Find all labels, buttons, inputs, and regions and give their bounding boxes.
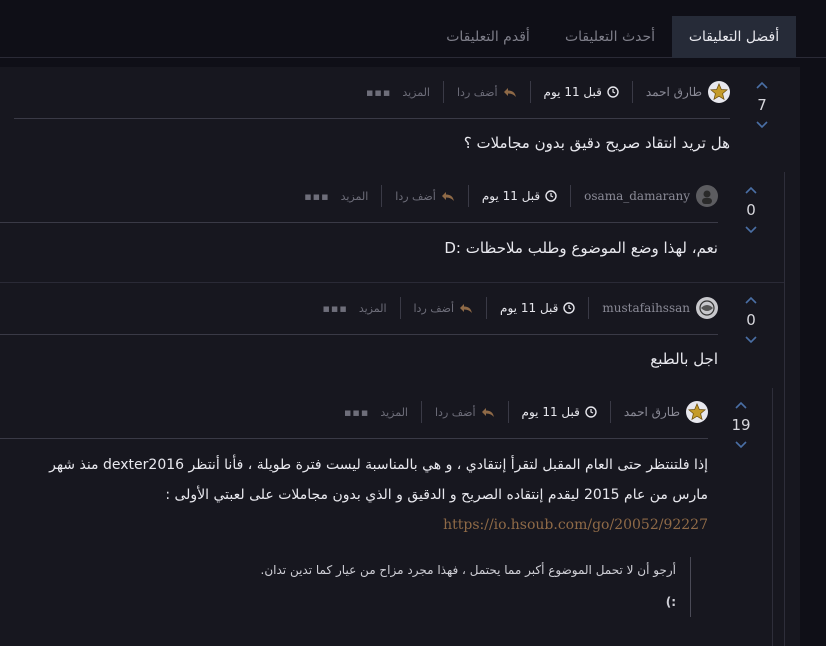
upvote-icon[interactable] (734, 400, 748, 410)
comment-time: قبل 11 يوم (500, 301, 576, 315)
downvote-icon[interactable] (744, 335, 758, 345)
star-avatar-icon (688, 403, 706, 421)
reply-button[interactable]: أضف ردا (395, 190, 455, 203)
vote-count: 0 (746, 311, 756, 329)
author-name[interactable]: mustafaihssan (602, 301, 690, 315)
more-button[interactable]: المزيد ▪▪▪ (322, 302, 386, 315)
reply-button[interactable]: أضف ردا (414, 302, 474, 315)
comment-link[interactable]: https://io.hsoub.com/go/20052/92227 (8, 510, 708, 540)
upvote-icon[interactable] (744, 185, 758, 195)
divider (0, 282, 784, 283)
clock-icon (607, 86, 619, 98)
clock-icon (545, 190, 557, 202)
avatar[interactable] (686, 401, 708, 423)
comment-time: قبل 11 يوم (522, 405, 597, 419)
quote-line: أرجو أن لا تحمل الموضوع أكبر مما يحتمل ،… (260, 563, 676, 577)
author-name[interactable]: osama_damarany (584, 189, 690, 203)
quote-block: أرجو أن لا تحمل الموضوع أكبر مما يحتمل ،… (261, 563, 676, 609)
reply-button[interactable]: أضف ردا (435, 406, 495, 419)
tab-newest-comments[interactable]: أحدث التعليقات (550, 16, 670, 58)
downvote-icon[interactable] (734, 440, 748, 450)
comment-time: قبل 11 يوم (544, 85, 619, 99)
quote-line: :) (665, 595, 676, 609)
tab-best-comments[interactable]: أفضل التعليقات (672, 16, 796, 58)
vote-widget: 19 (729, 400, 753, 450)
dots-icon: ▪▪▪ (322, 301, 348, 315)
reply-icon (441, 191, 454, 201)
comment-meta: طارق احمد قبل 11 يوم أضف ردا المزيد ▪▪▪ (344, 401, 708, 423)
upvote-icon[interactable] (744, 295, 758, 305)
comment-body-line: مارس من عام 2015 ليقدم إنتقاده الصريح و … (165, 487, 708, 503)
clock-icon (585, 406, 597, 418)
star-avatar-icon (710, 83, 728, 101)
quote-bar (690, 557, 691, 617)
user-avatar-icon (699, 300, 715, 316)
vote-count: 0 (746, 201, 756, 219)
comment-time: قبل 11 يوم (482, 189, 557, 203)
reply-icon (460, 303, 473, 313)
downvote-icon[interactable] (744, 225, 758, 235)
dots-icon: ▪▪▪ (365, 85, 392, 99)
vote-widget: 0 (739, 295, 763, 345)
reply-icon (503, 87, 516, 97)
avatar[interactable] (708, 81, 730, 103)
vote-count: 7 (757, 96, 767, 114)
more-button[interactable]: المزيد ▪▪▪ (344, 406, 408, 419)
divider (14, 118, 730, 119)
user-avatar-icon (702, 190, 712, 204)
vote-widget: 7 (750, 80, 774, 130)
more-button[interactable]: المزيد ▪▪▪ (304, 190, 368, 203)
comment-body: نعم، لهذا وضع الموضوع وطلب ملاحظات :D (444, 239, 718, 257)
divider (0, 438, 708, 439)
author-name[interactable]: طارق احمد (624, 405, 680, 419)
dots-icon: ▪▪▪ (304, 189, 330, 203)
comment-body: اجل بالطبع (650, 350, 718, 368)
downvote-icon[interactable] (755, 120, 769, 130)
divider (0, 334, 718, 335)
tab-oldest-comments[interactable]: أقدم التعليقات (428, 16, 548, 58)
comment-body-line: إذا فلتنتظر حتى العام المقبل لتقرأ إنتقا… (49, 457, 708, 473)
more-button[interactable]: المزيد ▪▪▪ (366, 86, 430, 99)
thread-line (772, 388, 773, 646)
comment-body: إذا فلتنتظر حتى العام المقبل لتقرأ إنتقا… (8, 450, 708, 540)
thread-line (784, 172, 785, 646)
reply-button[interactable]: أضف ردا (457, 86, 517, 99)
comment-meta: طارق احمد قبل 11 يوم أضف ردا المزيد ▪▪▪ (366, 81, 730, 103)
vote-count: 19 (731, 416, 751, 434)
author-name[interactable]: طارق احمد (646, 85, 702, 99)
dots-icon: ▪▪▪ (343, 405, 370, 419)
avatar[interactable] (696, 297, 718, 319)
vote-widget: 0 (739, 185, 763, 235)
reply-icon (481, 407, 494, 417)
clock-icon (563, 302, 576, 314)
comments-tabs: أفضل التعليقات أحدث التعليقات أقدم التعل… (0, 0, 826, 58)
upvote-icon[interactable] (755, 80, 769, 90)
comment-meta: osama_damarany قبل 11 يوم أضف ردا المزيد… (304, 185, 718, 207)
divider (0, 222, 718, 223)
avatar[interactable] (696, 185, 718, 207)
comment-meta: mustafaihssan قبل 11 يوم أضف ردا المزيد … (322, 297, 718, 319)
comment-body: هل تريد انتقاد صريح دقيق بدون مجاملات ؟ (463, 134, 730, 152)
